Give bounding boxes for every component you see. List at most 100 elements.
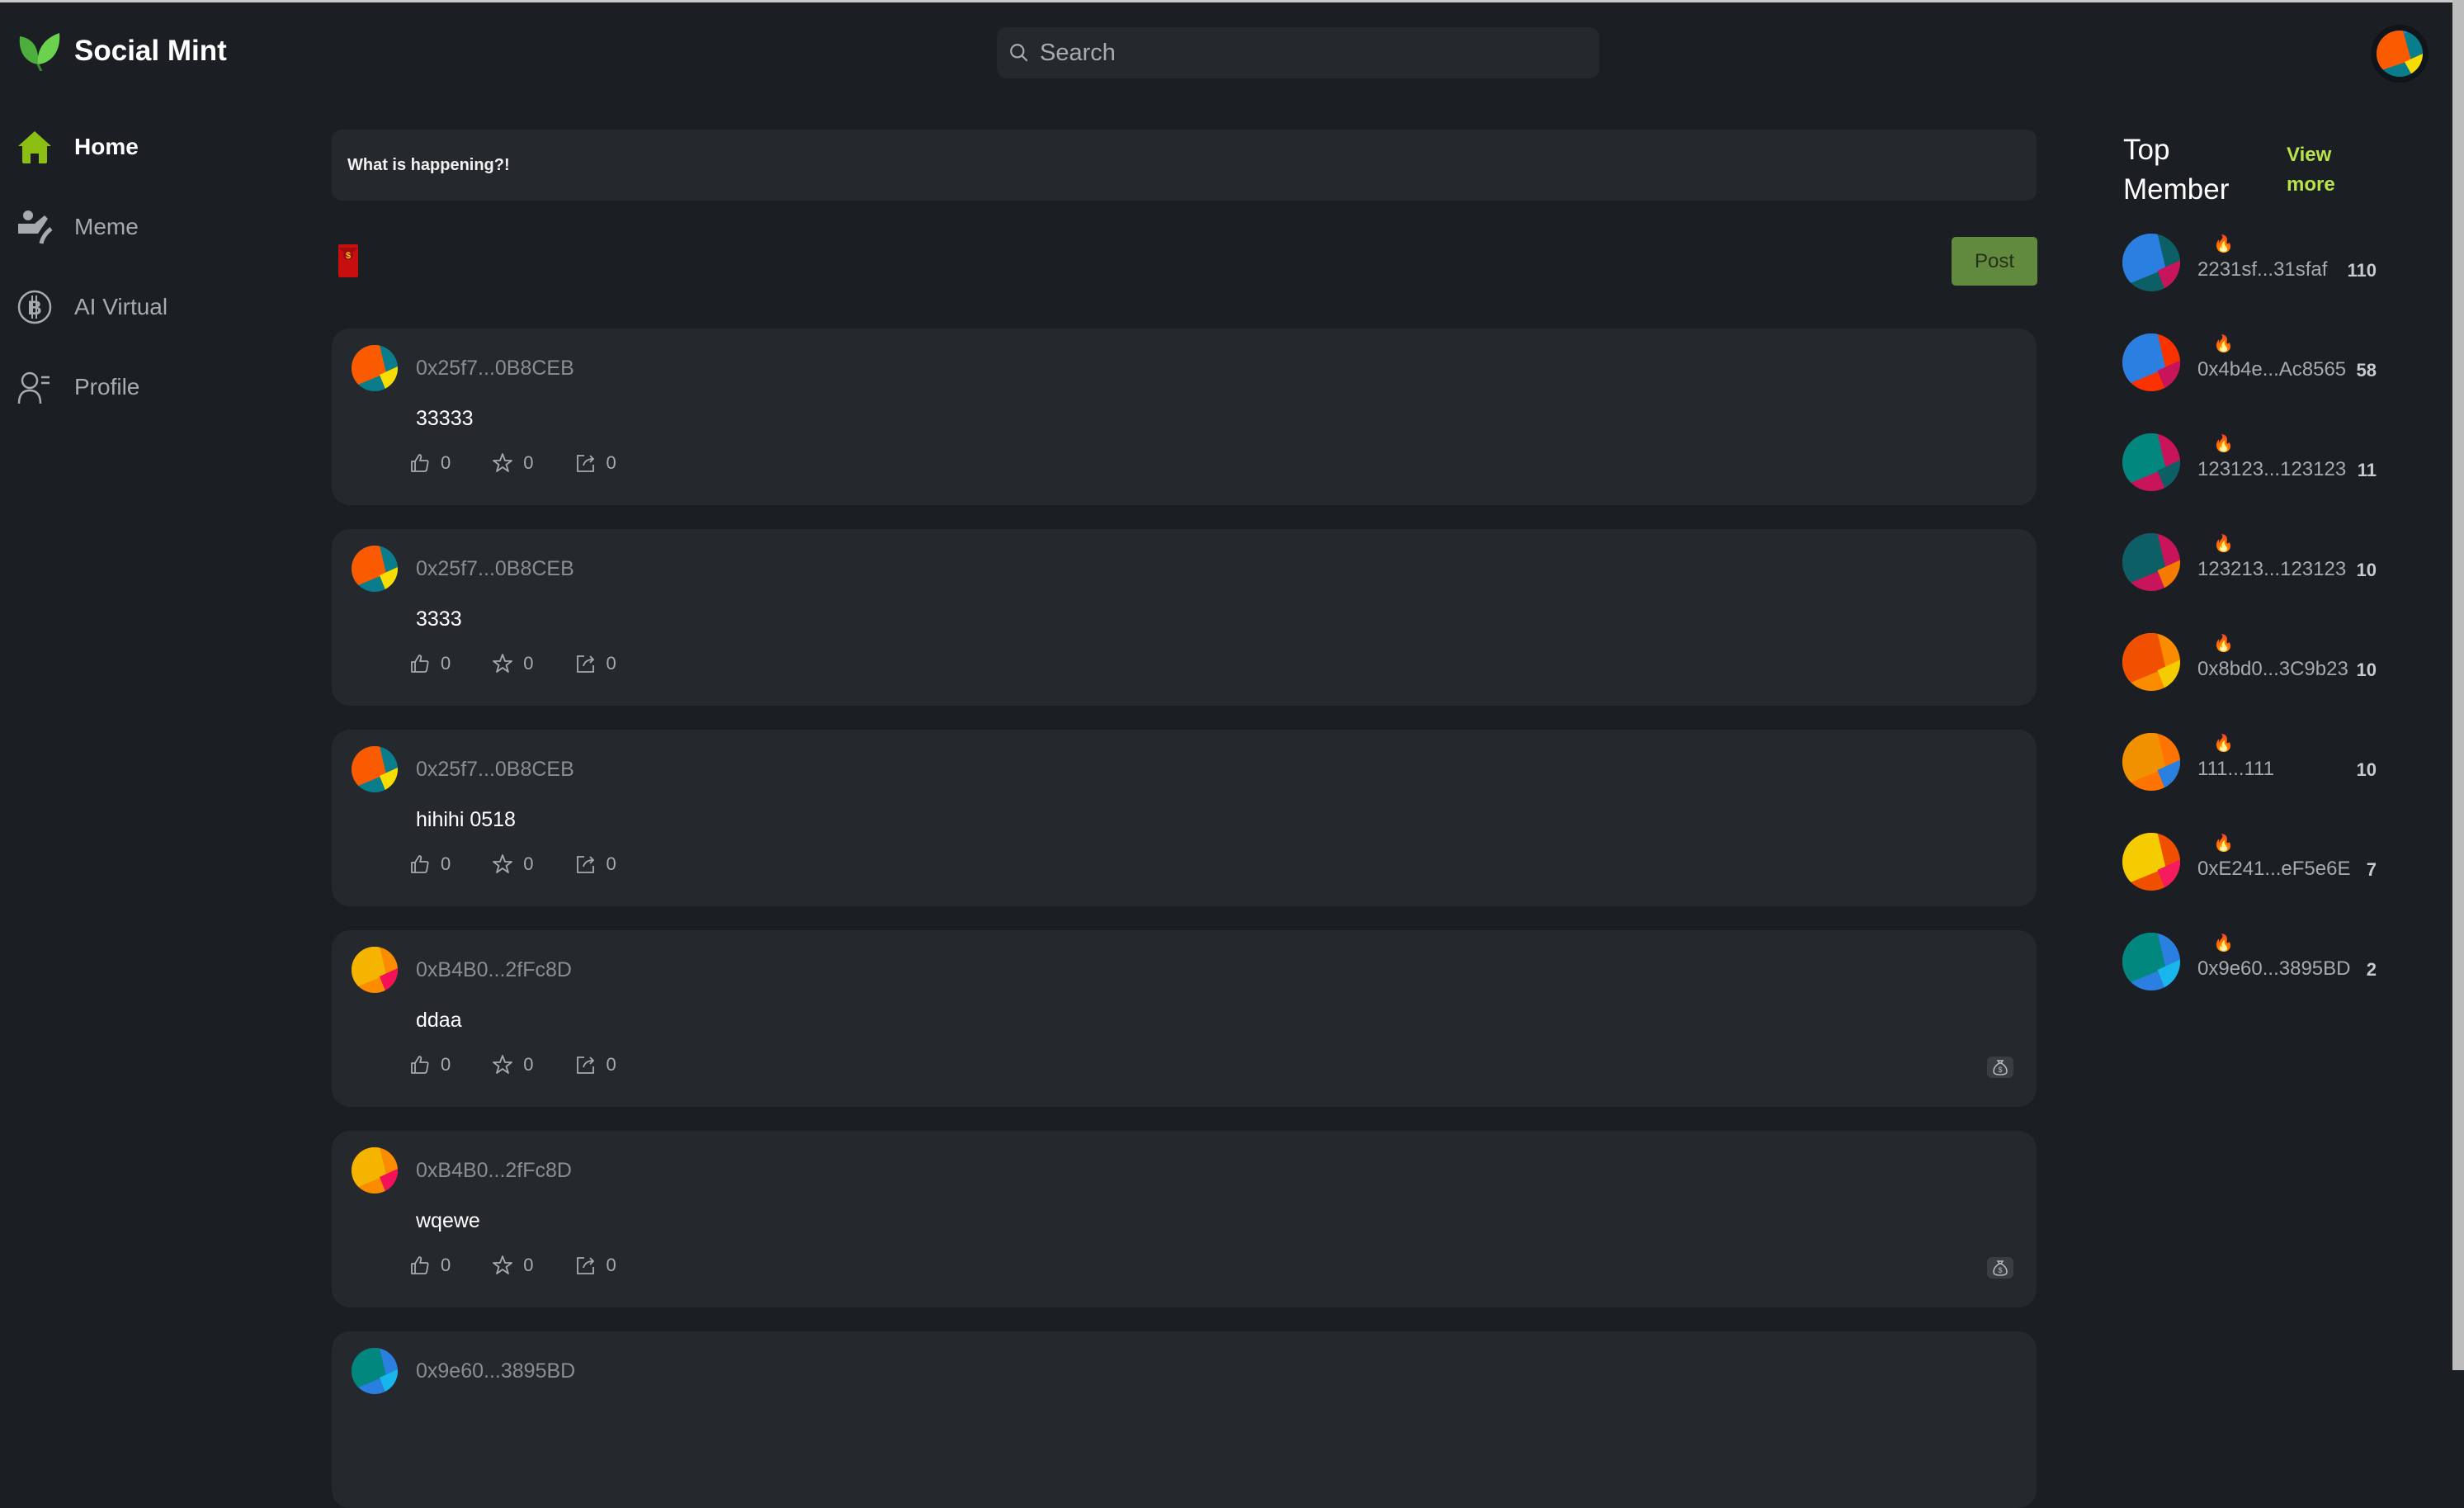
sidebar-item-meme[interactable]: Meme <box>17 209 139 245</box>
author-avatar[interactable] <box>352 1147 398 1194</box>
sidebar-item-home[interactable]: Home <box>17 129 139 165</box>
favorite-button[interactable]: 0 <box>492 452 534 474</box>
member-score: 10 <box>2356 560 2377 580</box>
author-avatar[interactable] <box>352 947 398 993</box>
post-author[interactable]: 0x25f7...0B8CEB <box>416 357 574 381</box>
post-card[interactable]: 0x9e60...3895BD <box>332 1331 2037 1508</box>
like-button[interactable]: 0 <box>409 1054 451 1075</box>
like-button[interactable]: 0 <box>409 1255 451 1276</box>
money-bag-icon: $ <box>1993 1260 2008 1276</box>
star-icon <box>493 854 513 873</box>
like-icon <box>411 454 429 472</box>
top-member-item[interactable]: 🔥 123213...123123 10 <box>2122 533 2386 593</box>
like-button[interactable]: 0 <box>409 452 451 474</box>
reward-button[interactable]: $ <box>1987 1057 2013 1078</box>
money-bag-icon: $ <box>1993 1060 2008 1075</box>
user-avatar[interactable] <box>2371 25 2429 83</box>
post-content: wqewe <box>416 1209 480 1232</box>
post-card[interactable]: 0x25f7...0B8CEB hihihi 0518 0 0 0 <box>332 730 2037 906</box>
member-address: 0x8bd0...3C9b23 <box>2197 658 2348 680</box>
reward-button[interactable]: $ <box>1987 1257 2013 1279</box>
member-score: 2 <box>2366 959 2377 980</box>
like-icon <box>411 1056 429 1074</box>
red-packet-button[interactable]: $ <box>338 244 358 277</box>
member-avatar <box>2122 433 2180 491</box>
top-member-item[interactable]: 🔥 2231sf...31sfaf 110 <box>2122 234 2386 293</box>
share-count: 0 <box>606 1255 616 1275</box>
star-icon <box>493 1255 513 1274</box>
fire-icon: 🔥 <box>2213 535 2234 553</box>
top-member-item[interactable]: 🔥 0x8bd0...3C9b23 10 <box>2122 633 2386 693</box>
sidebar-item-label: Meme <box>74 214 139 239</box>
app-title: Social Mint <box>74 35 227 67</box>
scrollbar[interactable] <box>2452 0 2464 1370</box>
like-icon <box>411 1256 429 1274</box>
top-member-item[interactable]: 🔥 123123...123123 11 <box>2122 433 2386 493</box>
post-card[interactable]: 0xB4B0...2fFc8D wqewe 0 0 0 $ <box>332 1131 2037 1307</box>
post-author[interactable]: 0x25f7...0B8CEB <box>416 557 574 581</box>
share-button[interactable]: 0 <box>575 452 616 474</box>
fire-icon: 🔥 <box>2213 834 2234 853</box>
share-icon <box>576 655 594 673</box>
author-avatar[interactable] <box>352 546 398 592</box>
favorite-button[interactable]: 0 <box>492 1054 534 1075</box>
member-avatar <box>2122 933 2180 990</box>
top-member-item[interactable]: 🔥 0xE241...eF5e6E 7 <box>2122 833 2386 892</box>
top-member-item[interactable]: 🔥 0x9e60...3895BD 2 <box>2122 933 2386 992</box>
favorite-count: 0 <box>523 853 534 874</box>
author-avatar[interactable] <box>352 345 398 391</box>
fire-icon: 🔥 <box>2213 335 2234 353</box>
author-avatar[interactable] <box>352 1348 398 1394</box>
favorite-button[interactable]: 0 <box>492 853 534 875</box>
favorite-button[interactable]: 0 <box>492 653 534 674</box>
star-icon <box>493 453 513 472</box>
top-member-item[interactable]: 🔥 0x4b4e...Ac8565 58 <box>2122 333 2386 393</box>
favorite-count: 0 <box>523 1054 534 1075</box>
post-button[interactable]: Post <box>1952 237 2037 286</box>
member-address: 0x4b4e...Ac8565 <box>2197 358 2347 381</box>
share-button[interactable]: 0 <box>575 653 616 674</box>
member-avatar <box>2122 833 2180 891</box>
post-author[interactable]: 0x9e60...3895BD <box>416 1359 575 1383</box>
post-input[interactable] <box>346 154 2023 176</box>
post-card[interactable]: 0x25f7...0B8CEB 33333 0 0 0 <box>332 329 2037 505</box>
sidebar-item-label: Profile <box>74 374 140 399</box>
sidebar-item-profile[interactable]: Profile <box>17 369 139 405</box>
star-icon <box>493 1055 513 1074</box>
post-author[interactable]: 0x25f7...0B8CEB <box>416 758 574 782</box>
like-count: 0 <box>441 452 451 473</box>
favorite-button[interactable]: 0 <box>492 1255 534 1276</box>
member-score: 58 <box>2356 360 2377 381</box>
share-button[interactable]: 0 <box>575 1255 616 1276</box>
svg-text:$: $ <box>1998 1066 2002 1074</box>
post-card[interactable]: 0xB4B0...2fFc8D ddaa 0 0 0 $ <box>332 930 2037 1107</box>
home-icon <box>17 129 53 165</box>
member-score: 11 <box>2357 460 2377 480</box>
sidebar-item-ai-virtual[interactable]: B AI Virtual <box>17 289 168 325</box>
post-actions: 0 0 0 <box>409 1255 658 1276</box>
share-count: 0 <box>606 452 616 473</box>
like-button[interactable]: 0 <box>409 653 451 674</box>
share-button[interactable]: 0 <box>575 1054 616 1075</box>
search-input[interactable] <box>1038 38 1553 68</box>
like-button[interactable]: 0 <box>409 853 451 875</box>
svg-text:$: $ <box>346 251 351 261</box>
post-actions: 0 0 0 <box>409 452 658 474</box>
favorite-count: 0 <box>523 653 534 674</box>
view-more-link[interactable]: View more <box>2287 140 2353 200</box>
composer[interactable] <box>332 130 2037 201</box>
avatar-image <box>2377 31 2423 77</box>
top-member-item[interactable]: 🔥 111...111 10 <box>2122 733 2386 792</box>
post-author[interactable]: 0xB4B0...2fFc8D <box>416 1159 572 1183</box>
sidebar-item-label: Home <box>74 134 139 159</box>
app-logo[interactable]: Social Mint <box>17 31 227 71</box>
like-count: 0 <box>441 653 451 674</box>
author-avatar[interactable] <box>352 746 398 792</box>
post-content: 3333 <box>416 607 462 631</box>
fire-icon: 🔥 <box>2213 635 2234 653</box>
search-bar[interactable] <box>997 27 1599 78</box>
post-card[interactable]: 0x25f7...0B8CEB 3333 0 0 0 <box>332 529 2037 706</box>
post-author[interactable]: 0xB4B0...2fFc8D <box>416 958 572 982</box>
fire-icon: 🔥 <box>2213 435 2234 453</box>
share-button[interactable]: 0 <box>575 853 616 875</box>
